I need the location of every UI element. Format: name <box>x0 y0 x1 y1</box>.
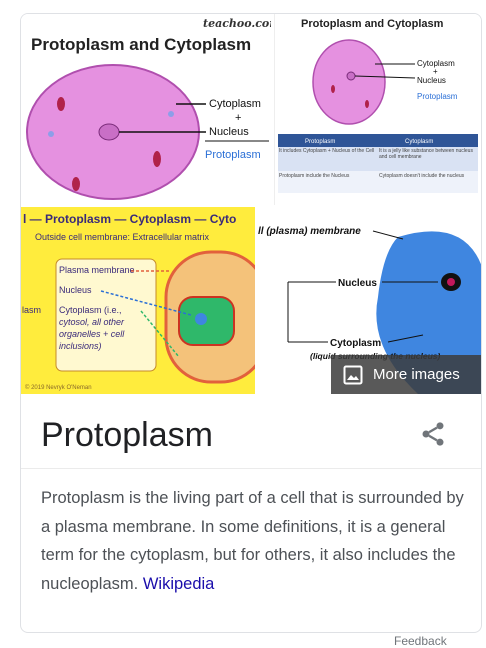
table-cell: Cytoplasm doesn't include the nucleus <box>379 173 465 179</box>
protoplasm-cytoplasm-diagram-1: teachoo.com Protoplasm and Cytoplasm Cyt… <box>26 17 271 200</box>
share-button[interactable] <box>419 420 447 448</box>
image-icon <box>343 365 363 384</box>
organelle <box>153 151 161 167</box>
nucleolus-shape <box>447 278 455 286</box>
legend-box <box>55 258 157 372</box>
table-cell: It includes Cytoplasm + Nucleus of the C… <box>279 148 375 154</box>
label-cytoplasm: Cytoplasm <box>209 98 261 110</box>
label-membrane: ll (plasma) membrane <box>258 226 361 237</box>
label-cytoplasm-2: cytosol, all other <box>59 317 125 327</box>
label-nucleus: Nucleus <box>59 285 92 295</box>
cell-shape <box>312 39 386 125</box>
nucleus-shape <box>98 123 120 141</box>
label-cytoplasm-1: Cytoplasm (i.e., <box>59 305 122 315</box>
label-plasma-membrane: Plasma membrane <box>59 265 135 275</box>
protoplasm-cytoplasm-diagram-2: Protoplasm and Cytoplasm Cytoplasm + Nuc… <box>278 18 478 193</box>
label-nucleus: Nucleus <box>209 126 249 138</box>
image-tile-1[interactable]: teachoo.com Protoplasm and Cytoplasm Cyt… <box>21 14 271 205</box>
label-cytoplasm-3: organelles + cell <box>59 329 125 339</box>
panel-header: Protoplasm <box>21 394 481 469</box>
table-header-left: Protoplasm <box>305 139 335 145</box>
knowledge-panel: teachoo.com Protoplasm and Cytoplasm Cyt… <box>20 13 482 633</box>
label-cytoplasm-4: inclusions) <box>59 341 102 351</box>
tile2-heading: Protoplasm and Cytoplasm <box>301 18 444 30</box>
tile3-heading: l — Protoplasm — Cytoplasm — Cyto <box>23 212 236 226</box>
pointer-line <box>372 230 404 240</box>
table-header-right: Cytoplasm <box>405 139 433 145</box>
label-cut-left: lasm <box>22 305 41 315</box>
nucleus-shape <box>346 71 356 81</box>
table-cell: Protoplasm include the Nucleus <box>279 173 350 179</box>
image-tile-3[interactable]: l — Protoplasm — Cytoplasm — Cyto Outsid… <box>21 207 255 394</box>
image-tile-2[interactable]: Protoplasm and Cytoplasm Cytoplasm + Nuc… <box>274 14 481 205</box>
label-cytoplasm: Cytoplasm <box>330 338 381 349</box>
label-nucleus: Nucleus <box>417 76 446 85</box>
label-protoplasm: Protoplasm <box>417 92 458 101</box>
organelle <box>48 131 54 137</box>
label-protoplasm: Protoplasm <box>205 149 261 161</box>
tile3-subheading: Outside cell membrane: Extracellular mat… <box>35 232 210 242</box>
wikipedia-link[interactable]: Wikipedia <box>143 575 215 593</box>
label-nucleus: Nucleus <box>338 278 377 289</box>
table-cell: It is a jelly like substance between nuc… <box>379 148 473 160</box>
share-icon <box>422 422 444 446</box>
protoplasm-cytoplasm-diagram-3: l — Protoplasm — Cytoplasm — Cyto Outsid… <box>22 212 255 391</box>
more-images-label: More images <box>373 366 460 383</box>
watermark-text: teachoo.com <box>203 17 271 30</box>
description-text: Protoplasm is the living part of a cell … <box>41 489 464 593</box>
more-images-button[interactable]: More images <box>331 355 481 394</box>
organelle <box>57 97 65 111</box>
label-plus: + <box>235 112 241 124</box>
panel-title: Protoplasm <box>41 416 213 454</box>
tile1-heading: Protoplasm and Cytoplasm <box>31 35 251 54</box>
label-plus: + <box>433 67 438 76</box>
feedback-link[interactable]: Feedback <box>394 634 447 648</box>
copyright-text: © 2019 Nevryk O'Neman <box>25 384 92 391</box>
organelle <box>168 111 174 117</box>
panel-description: Protoplasm is the living part of a cell … <box>41 484 466 598</box>
organelle <box>331 85 335 93</box>
organelle <box>365 100 369 108</box>
nucleolus-shape <box>195 313 207 325</box>
organelle <box>72 177 80 191</box>
